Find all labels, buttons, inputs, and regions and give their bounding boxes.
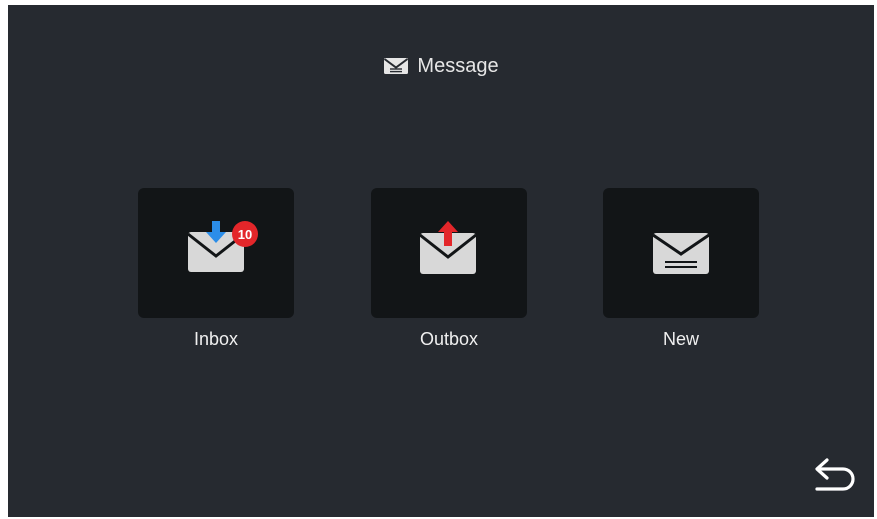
outbox-label[interactable]: Outbox [371,329,527,350]
page-title: Message [417,54,499,77]
new-message-button[interactable] [603,188,759,318]
envelope-icon [383,57,409,75]
inbox-label[interactable]: Inbox [138,329,294,350]
inbox-button[interactable]: 10 [138,188,294,318]
back-arrow-icon [815,458,855,491]
new-message-envelope-icon [652,233,710,274]
outbox-envelope-icon [419,221,477,274]
message-screen: Message 10 Inbox Outbox New [8,5,874,517]
back-button[interactable] [803,455,859,499]
badge-count: 10 [238,227,252,242]
page-header: Message [8,51,874,81]
outbox-button[interactable] [371,188,527,318]
unread-count-badge: 10 [232,221,258,247]
new-label[interactable]: New [603,329,759,350]
